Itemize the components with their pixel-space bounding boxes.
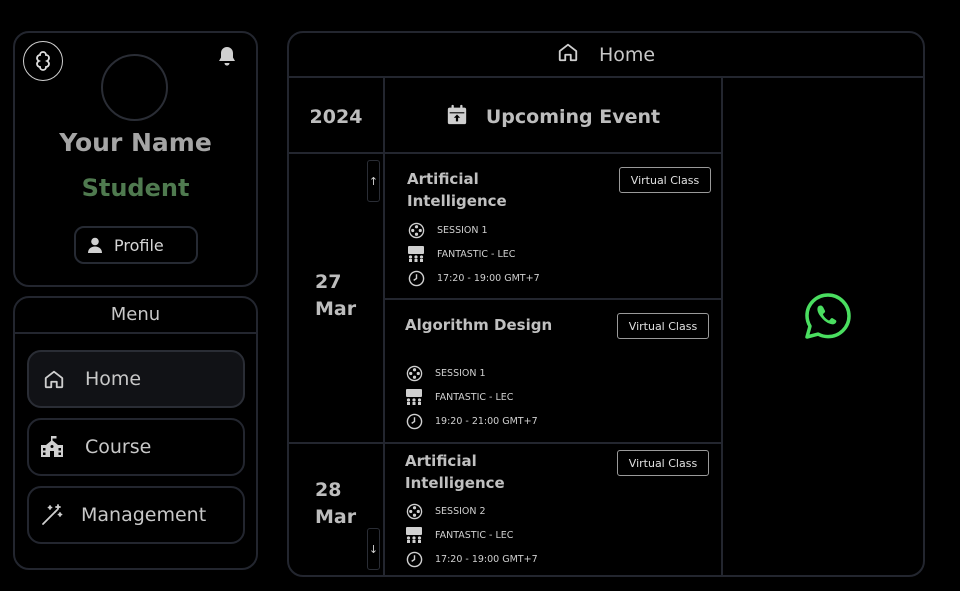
- event-class: FANTASTIC - LEC: [405, 388, 513, 406]
- time-label: 19:20 - 21:00 GMT+7: [435, 415, 538, 427]
- class-label: FANTASTIC - LEC: [437, 248, 516, 260]
- app-logo-button[interactable]: [23, 41, 63, 81]
- event-title: Algorithm Design: [405, 316, 553, 334]
- class-label: FANTASTIC - LEC: [435, 391, 514, 403]
- clock-icon: [405, 550, 423, 568]
- classroom-icon: [405, 388, 423, 406]
- home-icon: [41, 366, 67, 392]
- event-card[interactable]: Artificial Intelligence Virtual Class SE…: [385, 444, 721, 575]
- event-session: SESSION 2: [405, 502, 486, 520]
- user-icon: [88, 237, 102, 253]
- magic-wand-icon: [39, 502, 65, 528]
- year-label: 2024: [309, 106, 363, 128]
- whatsapp-icon[interactable]: [803, 291, 853, 345]
- session-icon: [407, 221, 425, 239]
- event-card[interactable]: Artificial Intelligence Virtual Class SE…: [385, 154, 721, 296]
- event-class: FANTASTIC - LEC: [405, 526, 513, 544]
- session-icon: [405, 364, 423, 382]
- event-card[interactable]: Algorithm Design Virtual Class SESSION 1…: [385, 300, 721, 442]
- logo-icon: [36, 51, 50, 71]
- event-session: SESSION 1: [405, 364, 486, 382]
- date-label: 28 Mar: [315, 477, 356, 531]
- session-label: SESSION 2: [435, 505, 486, 517]
- upcoming-event-header: Upcoming Event: [385, 80, 721, 154]
- menu-item-home[interactable]: Home: [27, 350, 245, 408]
- date-month: Mar: [315, 298, 357, 320]
- date-label: 27 Mar: [315, 269, 356, 323]
- page-title: Home: [598, 43, 656, 66]
- calendar-icon: [446, 104, 468, 131]
- date-day: 27: [315, 271, 342, 293]
- event-title: Artificial Intelligence: [407, 170, 507, 210]
- event-title: Artificial Intelligence: [405, 452, 505, 492]
- event-time: 17:20 - 19:00 GMT+7: [405, 550, 538, 568]
- profile-button-label: Profile: [114, 235, 164, 255]
- scroll-down-button[interactable]: ↓: [367, 528, 380, 570]
- menu-item-label: Management: [81, 504, 207, 526]
- avatar[interactable]: [101, 54, 168, 121]
- virtual-class-button[interactable]: Virtual Class: [617, 313, 709, 339]
- event-time: 19:20 - 21:00 GMT+7: [405, 412, 538, 430]
- session-icon: [405, 502, 423, 520]
- menu-item-course[interactable]: Course: [27, 418, 245, 476]
- virtual-class-button[interactable]: Virtual Class: [619, 167, 711, 193]
- time-label: 17:20 - 19:00 GMT+7: [437, 272, 540, 284]
- school-icon: [39, 434, 65, 460]
- menu-card: Menu Home Course Management: [13, 296, 258, 570]
- time-label: 17:20 - 19:00 GMT+7: [435, 553, 538, 565]
- event-session: SESSION 1: [407, 221, 488, 239]
- menu-item-label: Course: [85, 436, 152, 458]
- menu-item-management[interactable]: Management: [27, 486, 245, 544]
- classroom-icon: [405, 526, 423, 544]
- event-time: 17:20 - 19:00 GMT+7: [407, 269, 540, 287]
- home-icon: [557, 41, 579, 68]
- classroom-icon: [407, 245, 425, 263]
- user-name: Your Name: [59, 128, 212, 157]
- main-header: Home: [289, 33, 923, 78]
- virtual-class-button[interactable]: Virtual Class: [617, 450, 709, 476]
- user-role: Student: [81, 174, 190, 202]
- upcoming-event-title: Upcoming Event: [485, 106, 661, 128]
- scroll-up-button[interactable]: ↑: [367, 160, 380, 202]
- date-day: 28: [315, 479, 342, 501]
- date-month: Mar: [315, 506, 357, 528]
- class-label: FANTASTIC - LEC: [435, 529, 514, 541]
- clock-icon: [407, 269, 425, 287]
- divider: [721, 78, 723, 575]
- notification-bell-icon[interactable]: [217, 46, 237, 72]
- event-class: FANTASTIC - LEC: [407, 245, 515, 263]
- menu-item-label: Home: [85, 368, 142, 390]
- session-label: SESSION 1: [435, 367, 486, 379]
- clock-icon: [405, 412, 423, 430]
- main-panel: Home 2024 Upcoming Event 27 Mar 28 Mar ↑…: [287, 31, 925, 577]
- profile-card: Your Name Student Profile: [13, 31, 258, 287]
- profile-button[interactable]: Profile: [74, 226, 198, 264]
- menu-title: Menu: [15, 298, 256, 334]
- session-label: SESSION 1: [437, 224, 488, 236]
